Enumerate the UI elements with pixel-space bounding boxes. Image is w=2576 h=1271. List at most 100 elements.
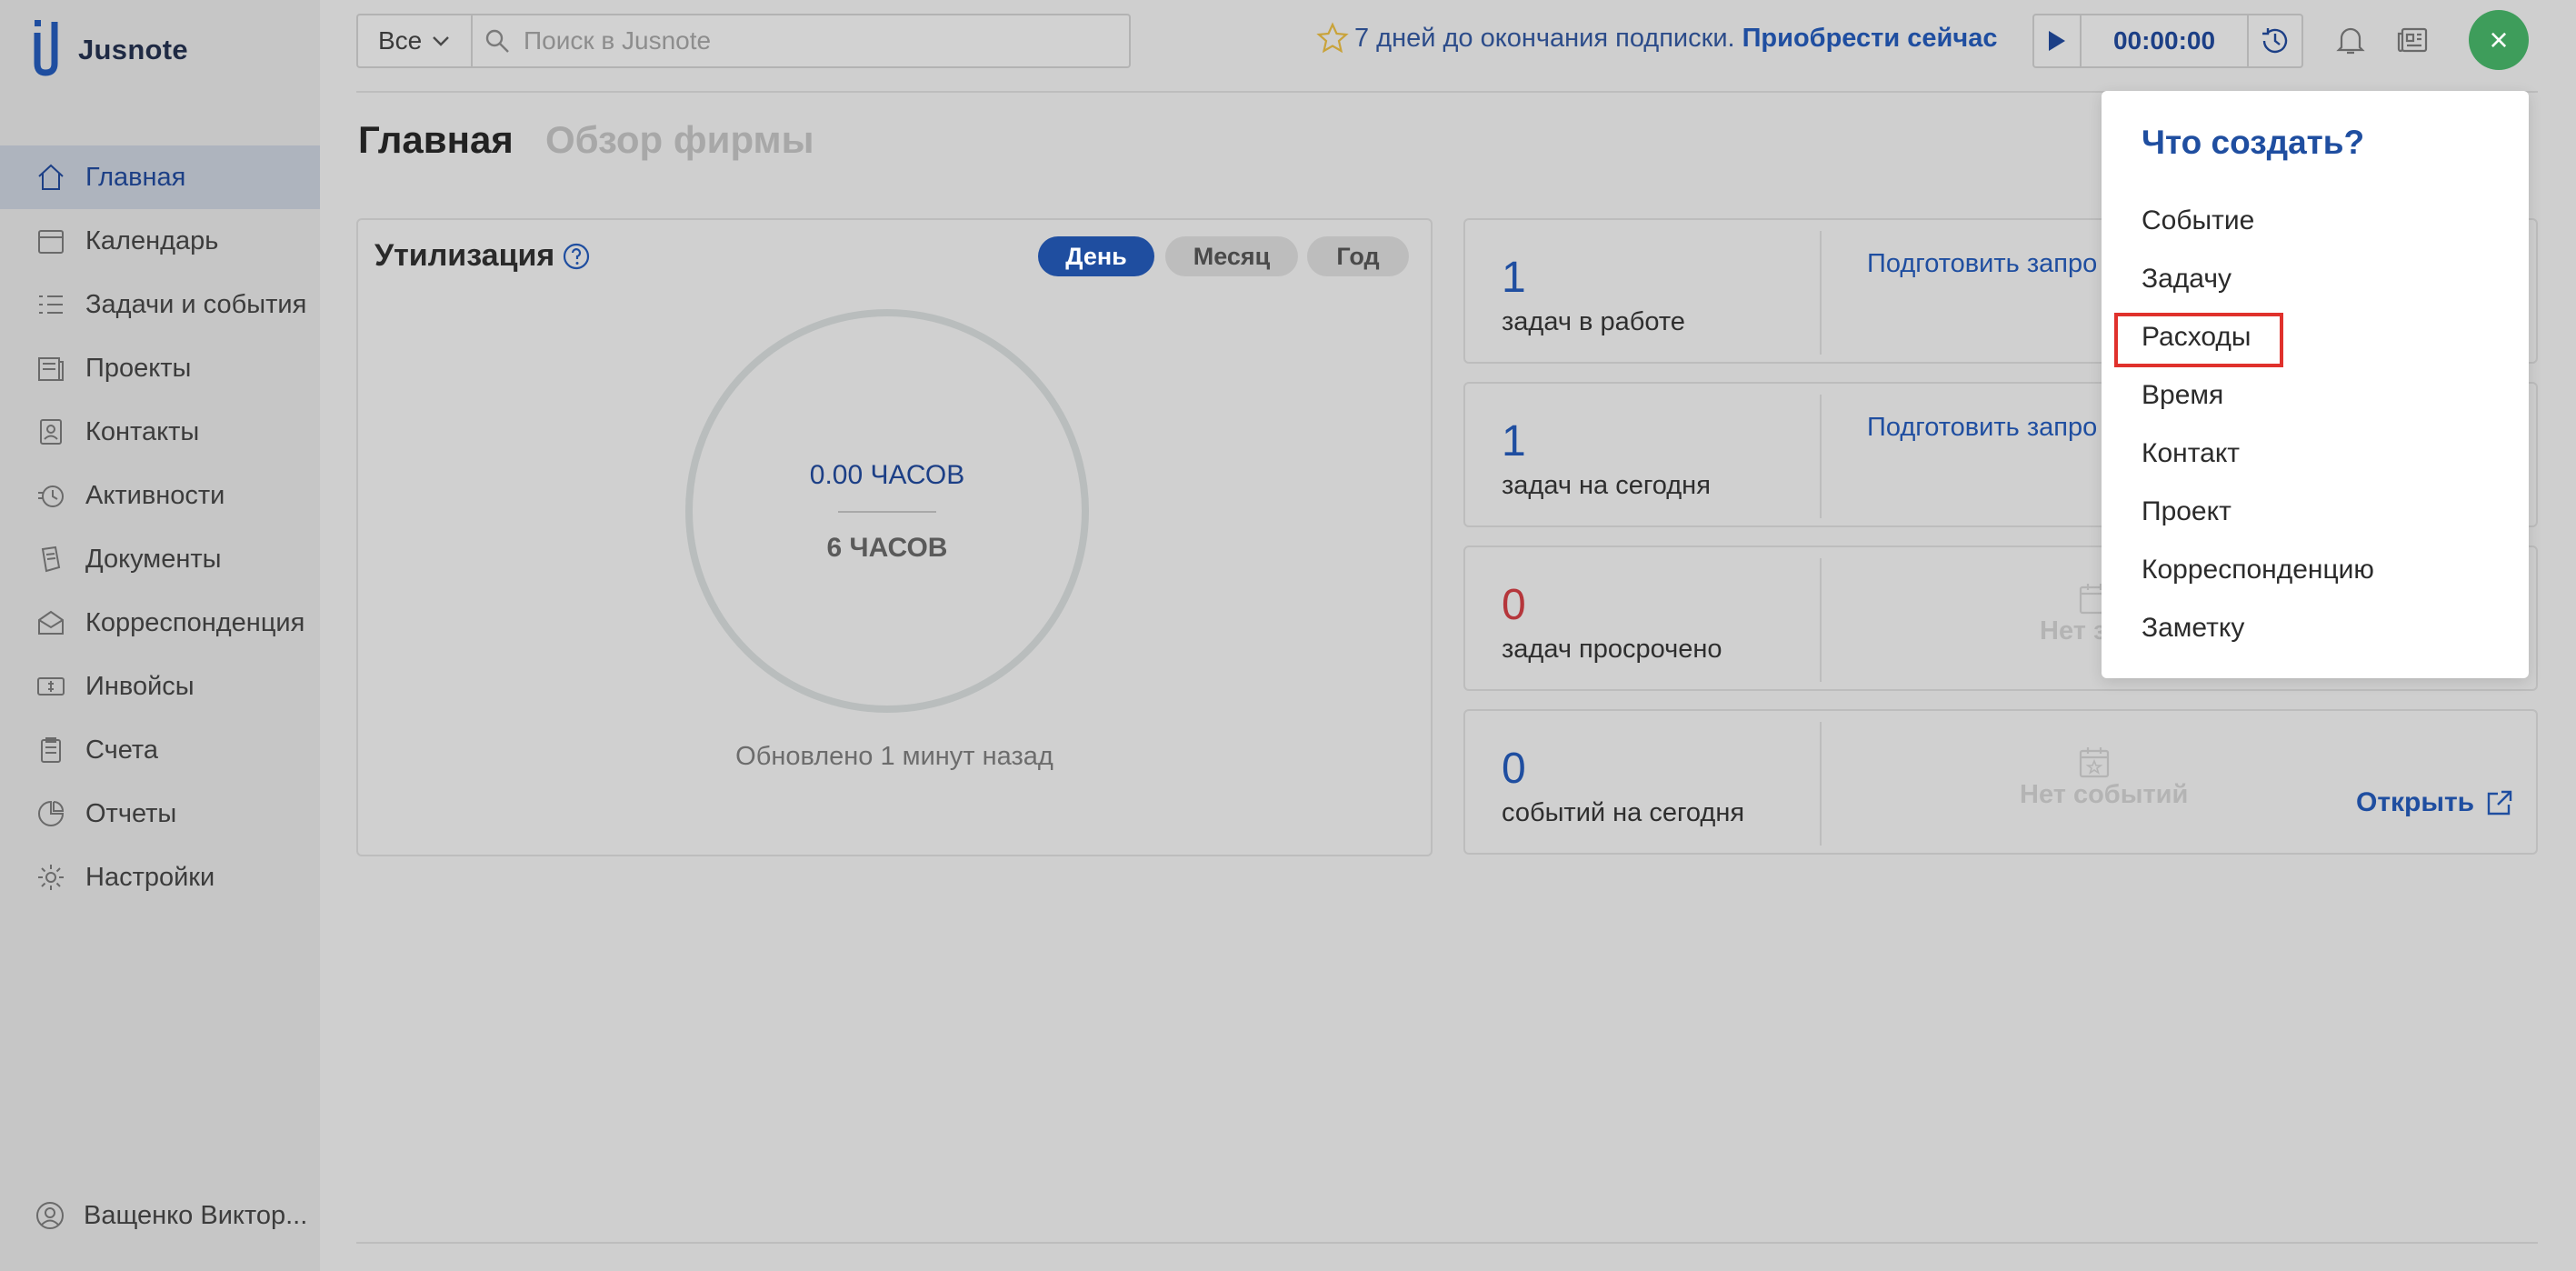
stat-label: событий на сегодня xyxy=(1502,798,1745,827)
create-note-item[interactable]: Заметку xyxy=(2142,613,2244,644)
prepare-request-link[interactable]: Подготовить запро xyxy=(1867,413,2097,443)
news-button[interactable] xyxy=(2392,20,2432,60)
period-year-button[interactable]: Год xyxy=(1307,236,1409,276)
logged-hours: 0.00 ЧАСОВ xyxy=(809,460,965,490)
sidebar-item-label: Корреспонденция xyxy=(85,607,305,637)
sidebar-item-settings[interactable]: Настройки xyxy=(0,846,320,909)
history-icon xyxy=(2262,28,2288,54)
sidebar-item-accounts[interactable]: Счета xyxy=(0,718,320,782)
sidebar-item-label: Задачи и события xyxy=(85,289,307,319)
timer-history-button[interactable] xyxy=(2247,15,2301,66)
jusnote-logo-icon xyxy=(34,20,58,76)
stat-value: 1 xyxy=(1502,417,1526,465)
user-icon xyxy=(36,1202,64,1229)
card-divider xyxy=(1820,395,1822,518)
stat-label: задач на сегодня xyxy=(1502,471,1711,500)
search-box xyxy=(471,14,1131,68)
search-scope-select[interactable]: Все xyxy=(356,14,473,68)
tasks-icon xyxy=(35,288,67,321)
stat-label: задач в работе xyxy=(1502,307,1685,336)
card-divider xyxy=(1820,231,1822,355)
documents-icon xyxy=(35,543,67,575)
ring-divider xyxy=(838,511,936,513)
timer-play-button[interactable] xyxy=(2034,15,2082,66)
highlight-box xyxy=(2114,313,2283,367)
user-profile[interactable]: Ващенко Виктор... xyxy=(35,1200,307,1231)
create-event-item[interactable]: Событие xyxy=(2142,205,2254,236)
sidebar-item-activities[interactable]: Активности xyxy=(0,464,320,527)
sidebar: Jusnote Главная Календарь Задачи и событ… xyxy=(0,0,320,1271)
stat-value: 0 xyxy=(1502,581,1526,629)
accounts-icon xyxy=(35,734,67,766)
sidebar-item-invoices[interactable]: Инвойсы xyxy=(0,655,320,718)
footer-divider xyxy=(356,1242,2538,1244)
create-project-item[interactable]: Проект xyxy=(2142,496,2232,527)
create-time-item[interactable]: Время xyxy=(2142,380,2223,411)
calendar-icon xyxy=(35,225,67,257)
sidebar-item-label: Проекты xyxy=(85,353,192,383)
help-icon[interactable] xyxy=(562,242,591,271)
app-name: Jusnote xyxy=(78,34,188,65)
utilization-title-wrap: Утилизация xyxy=(374,238,591,274)
sidebar-item-label: Главная xyxy=(85,162,186,192)
search-icon xyxy=(485,29,509,53)
sidebar-item-tasks[interactable]: Задачи и события xyxy=(0,273,320,336)
invoice-icon xyxy=(35,670,67,703)
card-divider xyxy=(1820,558,1822,682)
open-events-link[interactable]: Открыть xyxy=(2356,787,2514,818)
stat-value: 1 xyxy=(1502,254,1526,302)
sidebar-item-label: Инвойсы xyxy=(85,671,195,701)
newspaper-icon xyxy=(2397,27,2428,53)
prepare-request-link[interactable]: Подготовить запро xyxy=(1867,249,2097,279)
sidebar-item-projects[interactable]: Проекты xyxy=(0,336,320,400)
search-input[interactable] xyxy=(524,26,1069,55)
period-day-button[interactable]: День xyxy=(1038,236,1154,276)
play-icon xyxy=(2049,31,2065,51)
updated-text: Обновлено 1 минут назад xyxy=(735,742,1053,771)
sidebar-item-label: Активности xyxy=(85,480,225,510)
create-task-item[interactable]: Задачу xyxy=(2142,264,2232,295)
notifications-button[interactable] xyxy=(2331,20,2371,60)
sidebar-item-contacts[interactable]: Контакты xyxy=(0,400,320,464)
buy-now-link[interactable]: Приобрести сейчас xyxy=(1742,24,1998,54)
subscription-text: 7 дней до окончания подписки. xyxy=(1354,23,1735,53)
sidebar-item-calendar[interactable]: Календарь xyxy=(0,209,320,273)
contacts-icon xyxy=(35,415,67,448)
create-correspondence-item[interactable]: Корреспонденцию xyxy=(2142,555,2374,585)
stat-label: задач просрочено xyxy=(1502,635,1722,664)
star-icon xyxy=(1316,22,1349,54)
sidebar-item-mail[interactable]: Корреспонденция xyxy=(0,591,320,655)
utilization-ring: 0.00 ЧАСОВ 6 ЧАСОВ xyxy=(685,309,1089,713)
chevron-down-icon xyxy=(433,36,450,46)
timer-widget: 00:00:00 xyxy=(2032,14,2303,68)
tab-firm-overview[interactable]: Обзор фирмы xyxy=(545,118,814,162)
bell-icon xyxy=(2336,27,2365,55)
sidebar-item-label: Настройки xyxy=(85,862,215,892)
jusnote-logo[interactable]: Jusnote xyxy=(27,18,188,82)
stat-value: 0 xyxy=(1502,745,1526,793)
sidebar-item-reports[interactable]: Отчеты xyxy=(0,782,320,846)
close-create-menu-button[interactable]: × xyxy=(2469,10,2529,70)
timer-display: 00:00:00 xyxy=(2112,26,2216,55)
search-scope-value: Все xyxy=(378,26,423,55)
external-link-icon xyxy=(2487,790,2512,816)
create-menu: Что создать? Событие Задачу Расходы Врем… xyxy=(2102,91,2529,678)
sidebar-nav: Главная Календарь Задачи и события Проек… xyxy=(0,145,320,909)
period-month-button[interactable]: Месяц xyxy=(1165,236,1298,276)
utilization-title: Утилизация xyxy=(374,238,555,273)
reports-icon xyxy=(35,797,67,830)
projects-icon xyxy=(35,352,67,385)
sidebar-item-label: Отчеты xyxy=(85,798,177,828)
sidebar-item-home[interactable]: Главная xyxy=(0,145,320,209)
sidebar-item-label: Счета xyxy=(85,735,158,765)
target-hours: 6 ЧАСОВ xyxy=(826,533,948,563)
sidebar-item-documents[interactable]: Документы xyxy=(0,527,320,591)
create-contact-item[interactable]: Контакт xyxy=(2142,438,2240,469)
settings-icon xyxy=(35,861,67,894)
create-menu-title: Что создать? xyxy=(2142,124,2365,161)
close-icon: × xyxy=(2489,21,2509,58)
sidebar-item-label: Документы xyxy=(85,544,222,574)
empty-state-text: Нет з xyxy=(2040,616,2107,646)
empty-calendar-icon xyxy=(2079,747,2110,778)
tab-home[interactable]: Главная xyxy=(358,118,514,162)
